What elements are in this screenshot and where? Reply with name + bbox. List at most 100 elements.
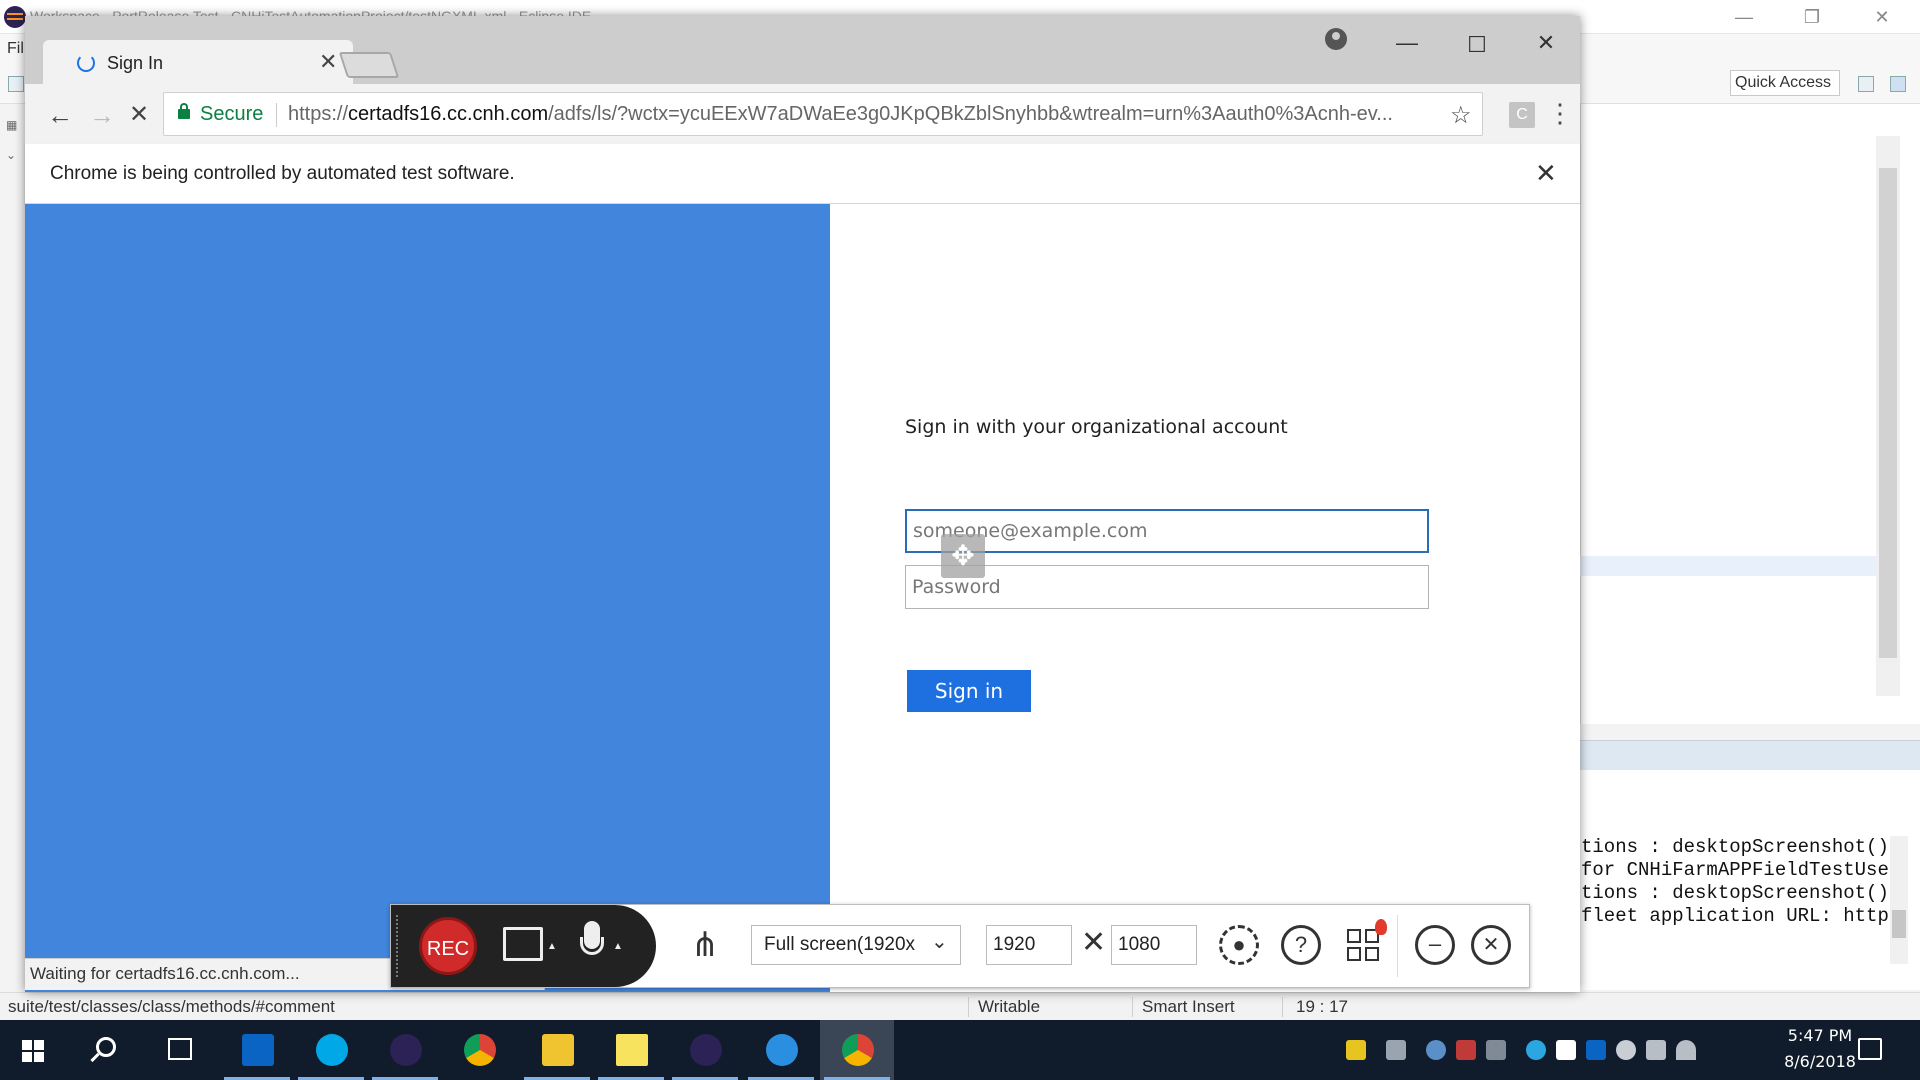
minimize-circle-icon[interactable]: – bbox=[1415, 925, 1455, 965]
network-globe-icon[interactable] bbox=[1426, 1040, 1446, 1060]
sticky-notes-icon bbox=[616, 1034, 648, 1066]
outlook-tray-icon[interactable] bbox=[1586, 1040, 1606, 1060]
lock-icon bbox=[178, 103, 190, 119]
status-divider bbox=[1132, 997, 1133, 1017]
chrome-maximize-button[interactable]: ☐ bbox=[1455, 30, 1499, 60]
record-button[interactable]: REC bbox=[419, 917, 477, 975]
taskbar-chrome[interactable] bbox=[442, 1020, 516, 1080]
new-tab-button[interactable] bbox=[338, 52, 400, 78]
windows-taskbar: 5:47 PM 8/6/2018 bbox=[0, 1020, 1920, 1080]
clock-date[interactable]: 8/6/2018 bbox=[1770, 1052, 1870, 1071]
grid-cell bbox=[1347, 947, 1361, 961]
height-input[interactable]: 1080 bbox=[1111, 925, 1197, 965]
url-text[interactable]: https://certadfs16.cc.cnh.com/adfs/ls/?w… bbox=[288, 103, 1428, 126]
action-center-icon[interactable] bbox=[1858, 1038, 1882, 1060]
quick-access-field[interactable]: Quick Access bbox=[1730, 70, 1840, 96]
loading-spinner-icon bbox=[77, 54, 95, 72]
drag-grip-icon[interactable] bbox=[396, 915, 400, 977]
start-tile bbox=[34, 1040, 44, 1050]
caret-down-icon[interactable]: ▲ bbox=[613, 941, 623, 952]
secure-label: Secure bbox=[200, 103, 264, 125]
security-shield-icon[interactable] bbox=[1346, 1040, 1366, 1060]
recorder-controls-panel: REC ▲ ▲ bbox=[391, 905, 656, 987]
screen-recorder-toolbar: REC ▲ ▲ ⋔ Full screen(1920x ⌄ 1920 ✕ 108… bbox=[390, 904, 1530, 988]
eclipse-status-bar: suite/test/classes/class/methods/#commen… bbox=[0, 992, 1920, 1020]
menu-file[interactable]: Fil bbox=[7, 40, 24, 58]
tab-close-icon[interactable]: ✕ bbox=[319, 49, 337, 75]
skype-tray-icon[interactable] bbox=[1526, 1040, 1546, 1060]
forward-button[interactable]: → bbox=[85, 98, 119, 132]
back-button[interactable]: ← bbox=[43, 98, 77, 132]
caret-down-icon[interactable]: ▲ bbox=[547, 941, 557, 952]
help-icon[interactable]: ? bbox=[1281, 925, 1321, 965]
bookmark-star-icon[interactable]: ☆ bbox=[1450, 101, 1472, 130]
eclipse-minimize-button[interactable]: — bbox=[1724, 4, 1764, 30]
clock-time[interactable]: 5:47 PM bbox=[1770, 1026, 1870, 1045]
close-circle-icon[interactable]: ✕ bbox=[1471, 925, 1511, 965]
start-tile bbox=[22, 1052, 32, 1062]
infobar-message: Chrome is being controlled by automated … bbox=[50, 163, 515, 184]
expand-chevron-icon[interactable]: ⌄ bbox=[6, 148, 20, 162]
sync-icon[interactable] bbox=[1486, 1040, 1506, 1060]
chrome-close-button[interactable]: ✕ bbox=[1524, 28, 1568, 58]
capture-mode-select[interactable]: Full screen(1920x bbox=[751, 925, 961, 965]
eclipse-close-button[interactable]: ✕ bbox=[1862, 4, 1902, 30]
grid-cell bbox=[1347, 929, 1361, 943]
chrome-toolbar: ← → ✕ Secure https://certadfs16.cc.cnh.c… bbox=[25, 84, 1580, 144]
taskbar-eclipse[interactable] bbox=[368, 1020, 442, 1080]
taskbar-sticky-notes[interactable] bbox=[594, 1020, 668, 1080]
signin-button[interactable]: Sign in bbox=[907, 670, 1031, 712]
outline-selected-row[interactable] bbox=[1580, 556, 1876, 576]
microphone-icon[interactable] bbox=[577, 921, 607, 969]
package-explorer-icon[interactable]: ▦ bbox=[6, 118, 20, 132]
apps-grid-icon[interactable] bbox=[1347, 919, 1387, 963]
taskbar-chrome-active[interactable] bbox=[820, 1020, 894, 1080]
status-cursor-position: 19 : 17 bbox=[1296, 997, 1348, 1016]
settings-gear-icon[interactable]: ● bbox=[1219, 925, 1259, 965]
url-host: certadfs16.cc.cnh.com bbox=[348, 103, 549, 125]
new-file-icon[interactable] bbox=[8, 76, 24, 92]
recorder-divider bbox=[1397, 915, 1398, 977]
taskbar-outlook[interactable] bbox=[220, 1020, 294, 1080]
collapse-arrows-icon[interactable]: ⋔ bbox=[683, 923, 727, 967]
eclipse-restore-button[interactable]: ❐ bbox=[1792, 4, 1832, 30]
wifi-icon[interactable] bbox=[1676, 1040, 1696, 1060]
defender-icon[interactable] bbox=[1556, 1040, 1576, 1060]
recorder-tray-icon[interactable] bbox=[1456, 1040, 1476, 1060]
stop-loading-button[interactable]: ✕ bbox=[122, 98, 156, 132]
status-path: suite/test/classes/class/methods/#commen… bbox=[8, 997, 335, 1016]
chrome-tab-strip: Sign In ✕ — ☐ ✕ bbox=[25, 16, 1580, 84]
signin-page: Sign in with your organizational account… bbox=[25, 204, 1580, 992]
chrome-minimize-button[interactable]: — bbox=[1385, 28, 1429, 58]
profile-icon[interactable] bbox=[1325, 28, 1347, 50]
flame-badge-icon bbox=[1375, 919, 1387, 935]
taskbar-internet-explorer[interactable] bbox=[744, 1020, 818, 1080]
task-view-icon[interactable] bbox=[168, 1038, 192, 1060]
width-input[interactable]: 1920 bbox=[986, 925, 1072, 965]
battery-icon[interactable] bbox=[1646, 1040, 1666, 1060]
console-scrollbar[interactable] bbox=[1890, 836, 1908, 964]
chevron-down-icon[interactable]: ⌄ bbox=[931, 929, 948, 954]
search-icon[interactable] bbox=[96, 1037, 116, 1057]
screen-capture-icon[interactable] bbox=[503, 927, 543, 961]
taskbar-file-explorer[interactable] bbox=[520, 1020, 594, 1080]
extension-icon[interactable]: C bbox=[1509, 102, 1535, 128]
open-perspective-icon[interactable] bbox=[1858, 76, 1874, 92]
taskbar-eclipse-2[interactable] bbox=[668, 1020, 742, 1080]
start-tile bbox=[22, 1040, 32, 1050]
signin-heading: Sign in with your organizational account bbox=[905, 416, 1288, 438]
onedrive-icon[interactable] bbox=[1616, 1040, 1636, 1060]
taskbar-skype[interactable] bbox=[294, 1020, 368, 1080]
automation-infobar: Chrome is being controlled by automated … bbox=[25, 144, 1580, 204]
console-scrollbar-thumb[interactable] bbox=[1892, 910, 1906, 938]
address-bar[interactable]: Secure https://certadfs16.cc.cnh.com/adf… bbox=[163, 92, 1483, 136]
chrome-menu-icon[interactable]: ⋮ bbox=[1547, 98, 1573, 128]
tab-sign-in[interactable]: Sign In ✕ bbox=[43, 40, 353, 84]
outline-scrollbar-thumb[interactable] bbox=[1879, 168, 1897, 658]
outlook-icon bbox=[242, 1034, 274, 1066]
volume-icon[interactable] bbox=[1386, 1040, 1406, 1060]
eclipse-icon bbox=[690, 1034, 722, 1066]
windows-start-icon[interactable] bbox=[22, 1040, 44, 1062]
infobar-close-icon[interactable]: ✕ bbox=[1535, 158, 1557, 189]
java-perspective-icon[interactable] bbox=[1890, 76, 1906, 92]
